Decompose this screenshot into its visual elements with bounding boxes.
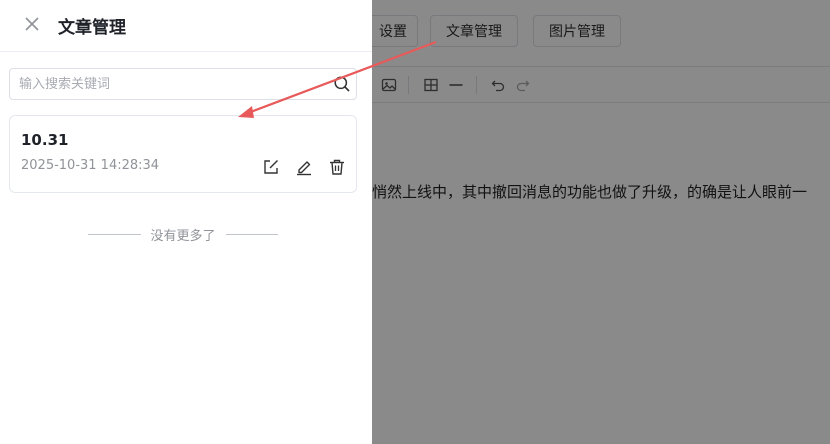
trash-icon[interactable] — [328, 158, 346, 176]
search-box — [9, 68, 357, 100]
divider — [88, 233, 141, 235]
drawer-header: 文章管理 — [0, 0, 372, 52]
search-input[interactable] — [10, 69, 328, 99]
pencil-icon[interactable] — [295, 158, 313, 176]
article-manage-drawer: 文章管理 10.31 2025-10-31 14:28:34 没有更多了 — [0, 0, 372, 444]
article-date: 2025-10-31 14:28:34 — [21, 158, 160, 173]
article-card[interactable]: 10.31 2025-10-31 14:28:34 — [9, 115, 357, 193]
close-icon[interactable] — [22, 14, 42, 34]
list-end-indicator: 没有更多了 — [88, 225, 279, 244]
article-title: 10.31 — [21, 131, 69, 149]
divider — [225, 233, 279, 235]
no-more-text: 没有更多了 — [150, 228, 216, 244]
drawer-title: 文章管理 — [58, 18, 126, 38]
search-icon[interactable] — [333, 75, 351, 93]
edit-external-icon[interactable] — [262, 158, 280, 176]
